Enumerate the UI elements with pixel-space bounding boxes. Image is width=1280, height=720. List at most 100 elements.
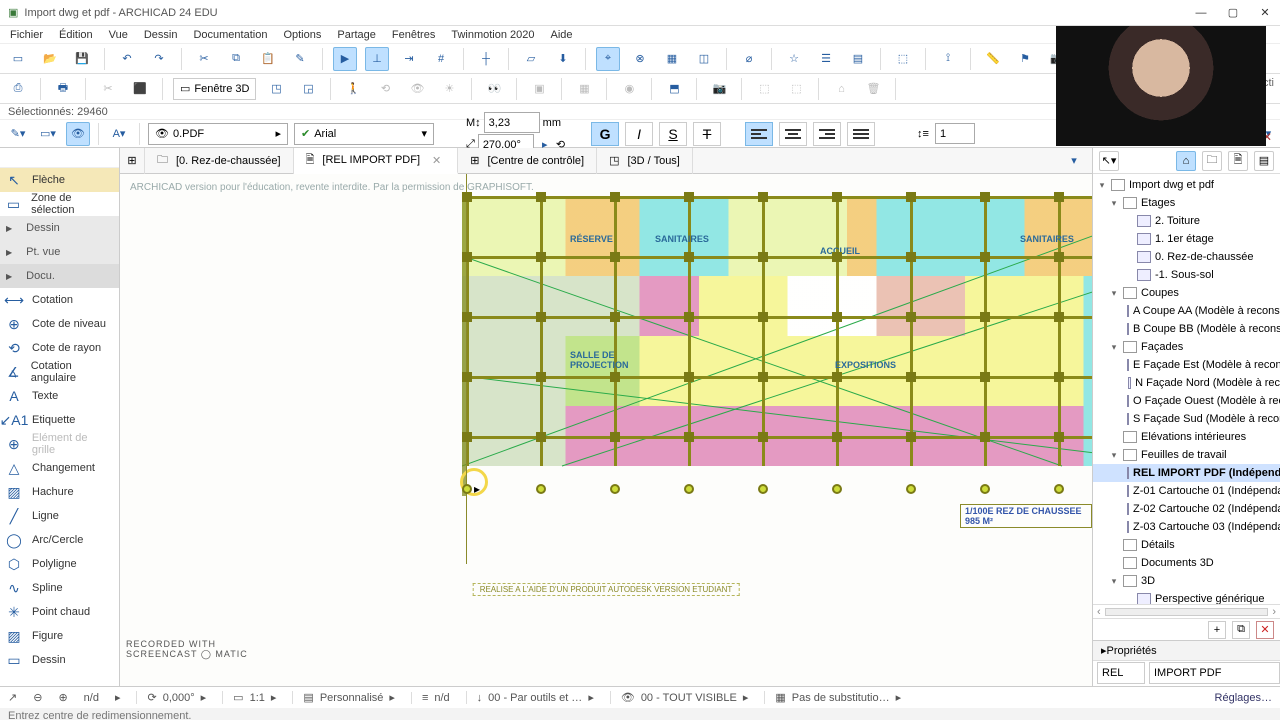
tool-coteniveau[interactable]: ⊕Cote de niveau [0, 312, 119, 336]
gravity-icon[interactable]: ⬇ [551, 47, 575, 71]
cut-icon[interactable]: ✂ [192, 47, 216, 71]
align-left-button[interactable] [745, 122, 773, 146]
menu-fichier[interactable]: Fichier [10, 29, 43, 41]
list-icon[interactable]: ☰ [814, 47, 838, 71]
nav-new-icon[interactable]: + [1208, 621, 1226, 639]
tool-polyligne[interactable]: ⬡Polyligne [0, 552, 119, 576]
nav-layout-icon[interactable]: 🗎 [1228, 151, 1248, 171]
menu-twinmotion[interactable]: Twinmotion 2020 [451, 29, 534, 41]
zoom-out-icon[interactable]: ⊖ [33, 691, 42, 704]
tool-section-docu[interactable]: Docu. [0, 264, 119, 288]
align-center-button[interactable] [779, 122, 807, 146]
tool-dessin[interactable]: ▭Dessin [0, 648, 119, 672]
tool-etiquette[interactable]: ↙A1Etiquette [0, 408, 119, 432]
align-justify-button[interactable] [847, 122, 875, 146]
text-tool-icon[interactable]: A▾ [107, 122, 131, 146]
plot-icon[interactable]: 🖶 [51, 77, 75, 101]
schedule-icon[interactable]: ▤ [846, 47, 870, 71]
layer-combo[interactable]: 👁0.PDF ▸ [148, 123, 288, 145]
nav-viewmap-icon[interactable]: 🗀 [1202, 151, 1222, 171]
tool-section-dessin[interactable]: Dessin [0, 216, 119, 240]
render-icon[interactable]: ◉ [617, 77, 641, 101]
tool-ligne[interactable]: ╱Ligne [0, 504, 119, 528]
menu-partage[interactable]: Partage [337, 29, 376, 41]
tool-cotation[interactable]: ⟷Cotation [0, 288, 119, 312]
snap-surface-icon[interactable]: ▦ [660, 47, 684, 71]
open-icon[interactable]: 📂 [38, 47, 62, 71]
photo-icon[interactable]: 📷 [707, 77, 731, 101]
snap-element-icon[interactable]: ⌖ [596, 47, 620, 71]
measure-icon[interactable]: 📏 [981, 47, 1005, 71]
align-right-button[interactable] [813, 122, 841, 146]
orbit-icon[interactable]: ⟲ [373, 77, 397, 101]
tool-section-ptvue[interactable]: Pt. vue [0, 240, 119, 264]
print-icon[interactable]: ⎙ [6, 77, 30, 101]
tab-rel-import-pdf[interactable]: 🗎[REL IMPORT PDF]✕ [294, 148, 459, 174]
tool-arc[interactable]: ◯Arc/Cercle [0, 528, 119, 552]
guide-icon[interactable]: ┼ [474, 47, 498, 71]
nav-project-icon[interactable]: ⌂ [1176, 151, 1196, 171]
favorite-icon[interactable]: ☆ [782, 47, 806, 71]
basket-icon[interactable]: 🗑 [861, 77, 885, 101]
tab-grid-icon[interactable]: ⊞ [120, 148, 145, 174]
snap-intersect-icon[interactable]: ⊗ [628, 47, 652, 71]
tool-coteang[interactable]: ∡Cotation angulaire [0, 360, 119, 384]
fenetre3d-button[interactable]: ▭Fenêtre 3D [173, 78, 256, 100]
menu-documentation[interactable]: Documentation [193, 29, 267, 41]
tool-coterayon[interactable]: ⟲Cote de rayon [0, 336, 119, 360]
tool-marquee[interactable]: ▭Zone de sélection [0, 192, 119, 216]
ruler-icon[interactable]: ⟟ [936, 47, 960, 71]
stairs-icon[interactable]: ⬚ [752, 77, 776, 101]
look-icon[interactable]: 👀 [482, 77, 506, 101]
navigator-tree[interactable]: ▾Import dwg et pdf ▾Etages 2. Toiture 1.… [1093, 174, 1280, 604]
menu-edition[interactable]: Édition [59, 29, 93, 41]
nav-delete-icon[interactable]: ✕ [1256, 621, 1274, 639]
grid-icon[interactable]: # [429, 47, 453, 71]
layer-visibility-icon[interactable]: 👁 [66, 122, 90, 146]
menu-vue[interactable]: Vue [109, 29, 128, 41]
section-icon[interactable]: ✂ [96, 77, 120, 101]
snap-perp-icon[interactable]: ⊥ [365, 47, 389, 71]
save-icon[interactable]: 💾 [70, 47, 94, 71]
drawing-canvas[interactable]: ARCHICAD version pour l'éducation, reven… [120, 174, 1092, 686]
snap-edge-icon[interactable]: ◫ [692, 47, 716, 71]
font-size-input[interactable] [484, 112, 540, 133]
maximize-button[interactable]: ▢ [1226, 6, 1240, 20]
plane-icon[interactable]: ▱ [519, 47, 543, 71]
bold-button[interactable]: G [591, 122, 619, 146]
home-icon[interactable]: ⌂ [829, 77, 853, 101]
eyedropper-icon[interactable]: ✎ [288, 47, 312, 71]
tool-hachure[interactable]: ▨Hachure [0, 480, 119, 504]
paste-icon[interactable]: 📋 [256, 47, 280, 71]
rail-icon[interactable]: ⬚ [784, 77, 808, 101]
sun-icon[interactable]: ☀ [437, 77, 461, 101]
menu-dessin[interactable]: Dessin [144, 29, 178, 41]
cutplane-icon[interactable]: ⬒ [662, 77, 686, 101]
strike-button[interactable]: T [693, 122, 721, 146]
flag-icon[interactable]: ⚑ [1013, 47, 1037, 71]
tool-texte[interactable]: ATexte [0, 384, 119, 408]
redo-icon[interactable]: ↷ [147, 47, 171, 71]
italic-button[interactable]: I [625, 122, 653, 146]
font-combo[interactable]: ✔Arial ▾ [294, 123, 434, 145]
zoom-arrow-icon[interactable]: ↗ [8, 691, 17, 704]
cube-persp-icon[interactable]: ◳ [264, 77, 288, 101]
prop-id[interactable]: REL [1097, 662, 1145, 684]
nav-copy-icon[interactable]: ⧉ [1232, 621, 1250, 639]
menu-aide[interactable]: Aide [551, 29, 573, 41]
linespacing-input[interactable] [935, 123, 975, 144]
cube-axo-icon[interactable]: ◲ [296, 77, 320, 101]
element-settings-icon[interactable]: ✎▾ [6, 122, 30, 146]
tab-close-icon[interactable]: ✕ [428, 154, 445, 167]
nav-publisher-icon[interactable]: ▤ [1254, 151, 1274, 171]
tab-3d[interactable]: ◳[3D / Tous] [597, 148, 693, 174]
filter3d-icon[interactable]: ▦ [572, 77, 596, 101]
prop-name[interactable]: IMPORT PDF [1149, 662, 1280, 684]
walk-icon[interactable]: 🚶 [341, 77, 365, 101]
tool-changement[interactable]: △Changement [0, 456, 119, 480]
explore-icon[interactable]: 👁 [405, 77, 429, 101]
marquee3d-icon[interactable]: ▣ [527, 77, 551, 101]
tool-figure[interactable]: ▨Figure [0, 624, 119, 648]
tab-rdc[interactable]: 🗀[0. Rez-de-chaussée] [145, 148, 294, 174]
elevation-icon[interactable]: ⬛ [128, 77, 152, 101]
